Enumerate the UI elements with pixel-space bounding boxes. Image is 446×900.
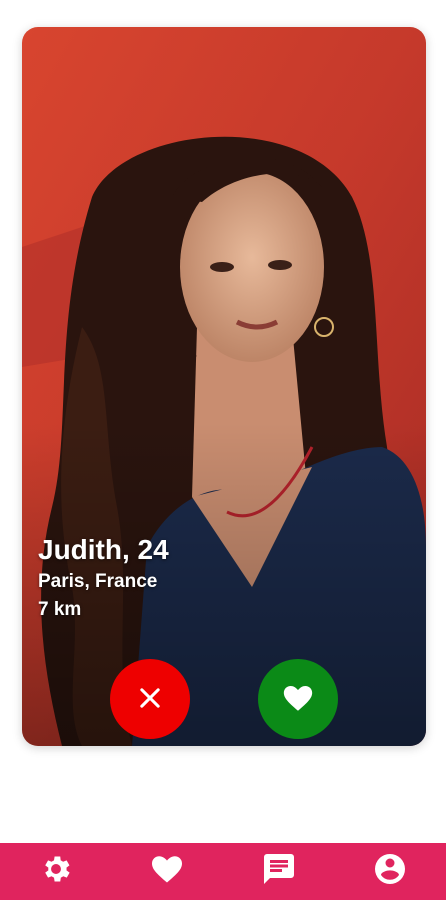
profile-info: Judith, 24 Paris, France 7 km [38, 532, 169, 624]
close-icon [136, 684, 164, 715]
profile-location: Paris, France [38, 571, 158, 592]
profile-card[interactable]: Judith, 24 Paris, France 7 km [22, 27, 426, 746]
heart-icon [281, 681, 315, 718]
chat-icon [261, 851, 297, 892]
dislike-button[interactable] [110, 659, 190, 739]
nav-item-likes[interactable] [137, 843, 197, 900]
like-button[interactable] [258, 659, 338, 739]
nav-item-messages[interactable] [249, 843, 309, 900]
nav-item-profile[interactable] [360, 843, 420, 900]
profile-photo [22, 27, 426, 746]
account-icon [372, 851, 408, 892]
profile-name-age: Judith, 24 [38, 534, 169, 565]
app-screen: Judith, 24 Paris, France 7 km [0, 0, 446, 900]
profile-distance: 7 km [38, 599, 82, 620]
heart-icon [149, 851, 185, 892]
gear-icon [39, 852, 73, 891]
bottom-nav [0, 843, 446, 900]
nav-item-settings[interactable] [26, 843, 86, 900]
